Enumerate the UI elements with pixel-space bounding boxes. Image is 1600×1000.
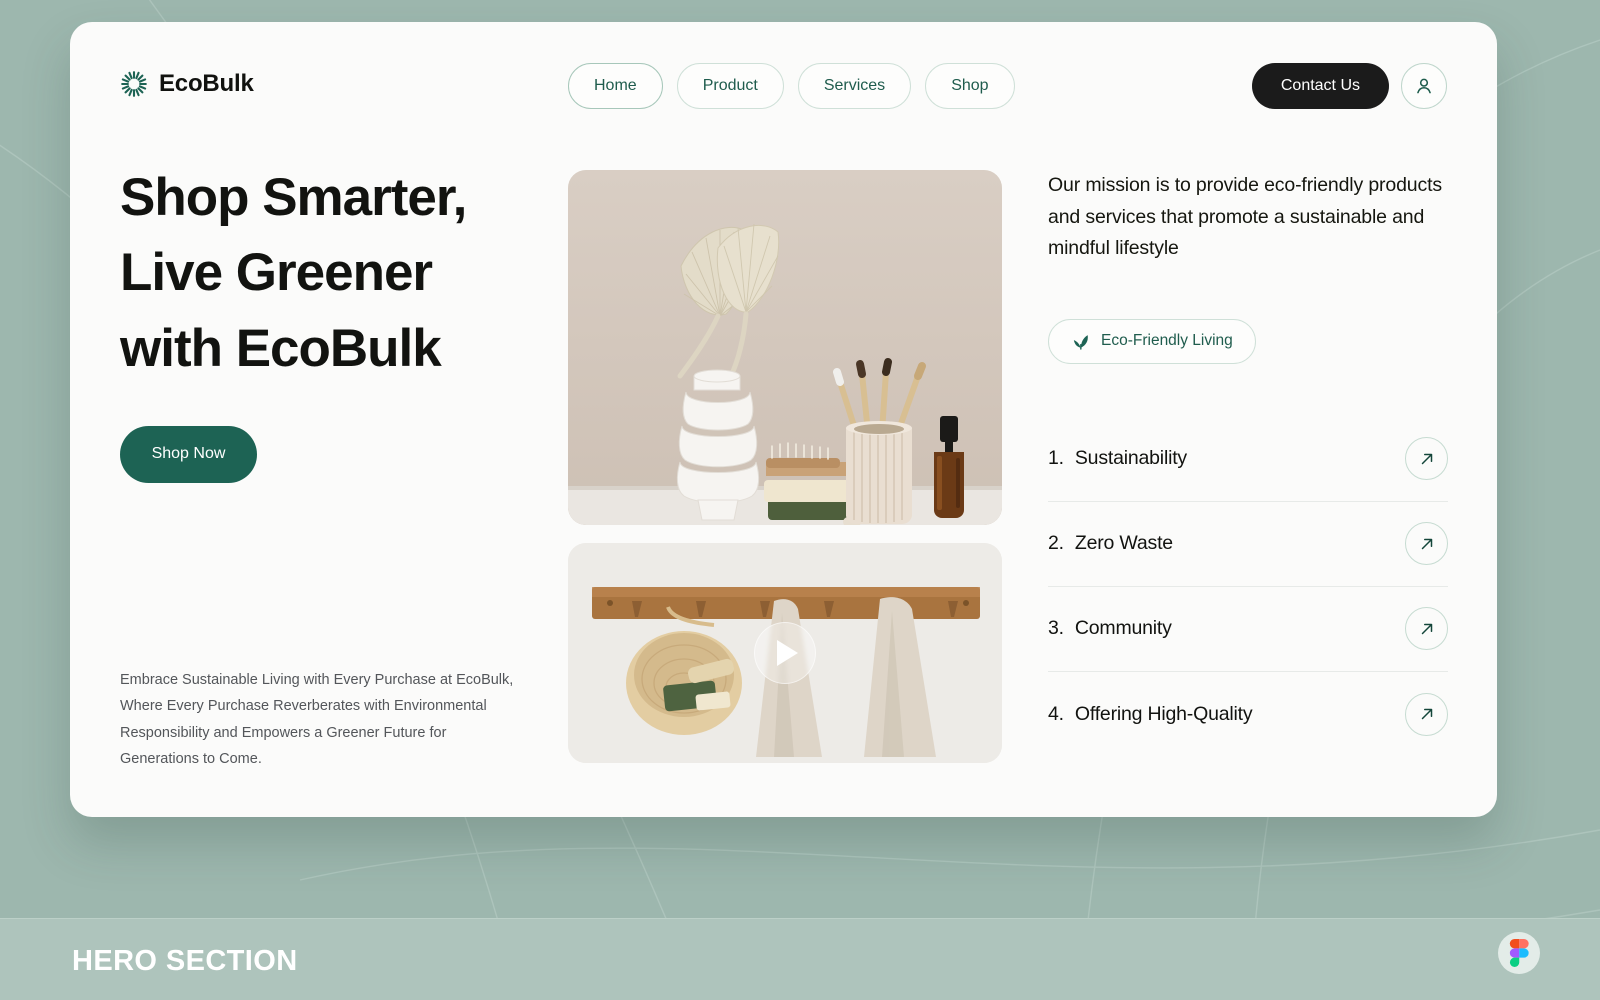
- headline-line-3: with EcoBulk: [120, 318, 442, 378]
- hero-left-column: Shop Smarter, Live Greener with EcoBulk …: [120, 160, 550, 483]
- feature-row-sustainability[interactable]: 1. Sustainability: [1048, 417, 1448, 502]
- feature-text: Offering High-Quality: [1074, 702, 1253, 725]
- nav-item-home[interactable]: Home: [568, 63, 663, 109]
- product-photo-illustration: [568, 170, 1002, 525]
- nav-item-shop[interactable]: Shop: [925, 63, 1015, 109]
- account-button[interactable]: [1401, 63, 1447, 109]
- feature-number: 1.: [1048, 447, 1064, 470]
- feature-text: Sustainability: [1074, 447, 1187, 470]
- feature-number: 3.: [1048, 617, 1064, 640]
- brand-logo[interactable]: EcoBulk: [120, 70, 254, 98]
- section-label: HERO SECTION: [72, 945, 298, 977]
- contact-us-button[interactable]: Contact Us: [1251, 63, 1389, 109]
- feature-arrow-button[interactable]: [1405, 692, 1448, 736]
- bottom-bar: HERO SECTION: [0, 918, 1600, 1000]
- feature-row-zero-waste[interactable]: 2. Zero Waste: [1048, 502, 1448, 587]
- feature-text: Community: [1074, 617, 1172, 640]
- nav-item-services[interactable]: Services: [797, 63, 912, 109]
- page-title: Shop Smarter, Live Greener with EcoBulk: [120, 160, 550, 386]
- starburst-icon: [121, 71, 147, 97]
- feature-label: 3. Community: [1048, 617, 1172, 640]
- feature-arrow-button[interactable]: [1405, 437, 1448, 481]
- arrow-up-right-icon: [1421, 708, 1432, 720]
- leaf-icon: [1073, 335, 1088, 350]
- feature-text: Zero Waste: [1074, 532, 1173, 555]
- feature-label: 4. Offering High-Quality: [1048, 702, 1253, 726]
- feature-number: 2.: [1048, 532, 1064, 555]
- feature-label: 2. Zero Waste: [1048, 532, 1173, 555]
- hero-media-column: [568, 170, 1002, 763]
- feature-row-offering-high-quality[interactable]: 4. Offering High-Quality: [1048, 672, 1448, 757]
- arrow-up-right-icon: [1421, 453, 1432, 464]
- brand-name: EcoBulk: [159, 70, 254, 97]
- hero-card: EcoBulk Home Product Services Shop Conta…: [70, 22, 1497, 817]
- feature-label: 1. Sustainability: [1048, 447, 1187, 470]
- video-thumbnail[interactable]: [568, 543, 1002, 763]
- feature-row-community[interactable]: 3. Community: [1048, 587, 1448, 672]
- main-nav: Home Product Services Shop: [568, 63, 1015, 109]
- feature-list: 1. Sustainability 2. Zero Waste 3. Commu…: [1048, 417, 1448, 757]
- headline-line-1: Shop Smarter,: [120, 168, 467, 227]
- header-actions: Contact Us: [1251, 63, 1447, 109]
- site-header: EcoBulk Home Product Services Shop Conta…: [70, 22, 1497, 152]
- feature-arrow-button[interactable]: [1405, 522, 1448, 566]
- eco-friendly-badge[interactable]: Eco-Friendly Living: [1048, 318, 1256, 364]
- feature-number: 4.: [1048, 702, 1064, 725]
- figma-icon: [1509, 939, 1529, 967]
- user-icon: [1417, 78, 1431, 94]
- eco-friendly-badge-label: Eco-Friendly Living: [1101, 332, 1233, 350]
- play-button[interactable]: [754, 622, 816, 684]
- shop-now-button[interactable]: Shop Now: [120, 425, 257, 483]
- feature-arrow-button[interactable]: [1405, 607, 1448, 651]
- product-photo: [568, 170, 1002, 525]
- arrow-up-right-icon: [1421, 623, 1432, 634]
- hero-description: Embrace Sustainable Living with Every Pu…: [120, 672, 514, 768]
- hero-right-column: Our mission is to provide eco-friendly p…: [1048, 170, 1448, 757]
- mission-statement: Our mission is to provide eco-friendly p…: [1048, 174, 1442, 260]
- figma-badge[interactable]: [1498, 932, 1540, 974]
- nav-item-product[interactable]: Product: [676, 63, 784, 109]
- headline-line-2: Live Greener: [120, 243, 433, 303]
- play-icon: [777, 640, 798, 666]
- arrow-up-right-icon: [1421, 538, 1432, 549]
